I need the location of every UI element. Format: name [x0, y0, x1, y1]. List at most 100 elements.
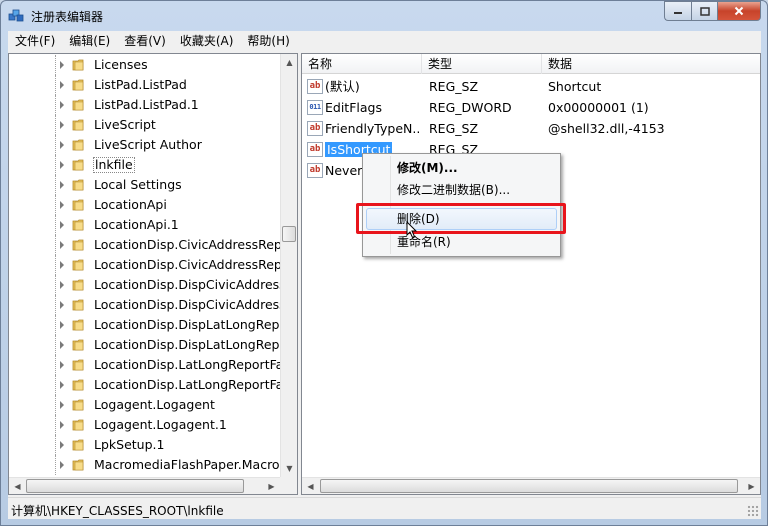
expand-arrow-icon[interactable]	[60, 421, 64, 429]
tree-item[interactable]: Local Settings	[9, 175, 279, 195]
folder-icon	[72, 339, 84, 351]
expand-arrow-icon[interactable]	[60, 341, 64, 349]
close-button[interactable]	[717, 1, 761, 21]
scroll-left-icon[interactable]: ◀	[9, 478, 26, 494]
tree-item-label: Licenses	[94, 57, 148, 72]
tree-item[interactable]: LocationDisp.LatLongReportFac	[9, 355, 290, 375]
tree-item[interactable]: lnkfile	[9, 155, 279, 175]
expand-arrow-icon[interactable]	[60, 361, 64, 369]
scroll-right-icon[interactable]: ▶	[263, 478, 280, 494]
scroll-up-icon[interactable]: ▲	[281, 54, 297, 71]
tree-item-label: LocationDisp.DispCivicAddressR	[94, 277, 295, 292]
tree-item-label: MacromediaFlashPaper.Macron	[94, 457, 288, 472]
menu-favorites[interactable]: 收藏夹(A)	[173, 31, 241, 51]
menu-item-modify[interactable]: 修改(M)...	[366, 157, 557, 179]
menu-item-rename[interactable]: 重命名(R)	[366, 231, 557, 253]
minimize-button[interactable]	[664, 1, 691, 21]
expand-arrow-icon[interactable]	[60, 401, 64, 409]
value-row[interactable]: ab FriendlyTypeN... REG_SZ @shell32.dll,-41…	[302, 118, 760, 139]
title-bar[interactable]: 注册表编辑器	[1, 1, 767, 31]
tree-item[interactable]: LiveScript	[9, 115, 279, 135]
column-header-type[interactable]: 类型	[422, 54, 542, 74]
expand-arrow-icon[interactable]	[60, 81, 64, 89]
caption-buttons	[664, 1, 761, 21]
tree-horizontal-scrollbar[interactable]: ◀ ▶	[9, 477, 280, 494]
value-type: REG_DWORD	[429, 100, 512, 115]
minimize-icon	[674, 12, 682, 14]
tree-item[interactable]: Logagent.Logagent	[9, 395, 279, 415]
tree-vertical-scroll-thumb[interactable]	[282, 226, 296, 242]
folder-icon	[72, 59, 84, 71]
tree-item[interactable]: LocationApi.1	[9, 215, 279, 235]
menu-item-modify-binary[interactable]: 修改二进制数据(B)...	[366, 179, 557, 201]
column-header-name[interactable]: 名称	[302, 54, 422, 74]
tree-item[interactable]: LocationDisp.DispCivicAddressR	[9, 295, 294, 315]
folder-icon	[72, 399, 84, 411]
expand-arrow-icon[interactable]	[60, 381, 64, 389]
tree-item[interactable]: LocationDisp.DispLatLongRepor	[9, 315, 292, 335]
tree-item-label: LocationDisp.DispCivicAddressR	[94, 297, 295, 312]
tree-item-label: LocationApi	[94, 197, 167, 212]
tree-item[interactable]: ListPad.ListPad.1	[9, 95, 279, 115]
expand-arrow-icon[interactable]	[60, 301, 64, 309]
expand-arrow-icon[interactable]	[60, 161, 64, 169]
expand-arrow-icon[interactable]	[60, 461, 64, 469]
maximize-button[interactable]	[691, 1, 717, 21]
expand-arrow-icon[interactable]	[60, 181, 64, 189]
tree-item[interactable]: Licenses	[9, 55, 279, 75]
expand-arrow-icon[interactable]	[60, 201, 64, 209]
tree-item[interactable]: LocationDisp.CivicAddressRepo	[9, 255, 290, 275]
expand-arrow-icon[interactable]	[60, 441, 64, 449]
status-path: 计算机\HKEY_CLASSES_ROOT\lnkfile	[11, 504, 224, 518]
tree-item[interactable]: LocationDisp.DispCivicAddressR	[9, 275, 294, 295]
expand-arrow-icon[interactable]	[60, 221, 64, 229]
expand-arrow-icon[interactable]	[60, 241, 64, 249]
tree-item[interactable]: LocationDisp.DispLatLongRepor	[9, 335, 292, 355]
expand-arrow-icon[interactable]	[60, 61, 64, 69]
folder-icon	[72, 219, 84, 231]
tree-connector-line	[55, 195, 56, 215]
annotation-highlight-box	[356, 203, 566, 234]
tree-item[interactable]: LocationDisp.CivicAddressRepo	[9, 235, 290, 255]
column-header-data[interactable]: 数据	[542, 54, 760, 74]
expand-arrow-icon[interactable]	[60, 261, 64, 269]
tree-connector-line	[55, 115, 56, 135]
expand-arrow-icon[interactable]	[60, 121, 64, 129]
value-name: FriendlyTypeN...	[325, 121, 420, 136]
tree-item[interactable]: ListPad.ListPad	[9, 75, 279, 95]
menu-help[interactable]: 帮助(H)	[240, 31, 296, 51]
tree-vertical-scrollbar[interactable]: ▲ ▼	[280, 54, 297, 477]
tree-item[interactable]: MacromediaFlashPaper.Macron	[9, 455, 288, 475]
expand-arrow-icon[interactable]	[60, 321, 64, 329]
folder-icon	[72, 79, 84, 91]
menu-edit[interactable]: 编辑(E)	[62, 31, 117, 51]
folder-icon	[72, 419, 84, 431]
menu-view[interactable]: 查看(V)	[117, 31, 173, 51]
tree-item[interactable]: LocationApi	[9, 195, 279, 215]
expand-arrow-icon[interactable]	[60, 101, 64, 109]
menu-file[interactable]: 文件(F)	[8, 31, 62, 51]
tree-item-label: LiveScript Author	[94, 137, 202, 152]
registry-key-tree[interactable]: Licenses ListPad.ListPad ListPad.ListPad.1…	[8, 53, 298, 495]
tree-item[interactable]: LpkSetup.1	[9, 435, 279, 455]
resize-grip-icon[interactable]	[747, 505, 759, 517]
tree-item[interactable]: Logagent.Logagent.1	[9, 415, 279, 435]
list-horizontal-scroll-thumb[interactable]	[320, 479, 738, 493]
scroll-left-icon[interactable]: ◀	[302, 478, 319, 494]
registry-values-list[interactable]: 名称 类型 数据 ab (默认) REG_SZ Shortcut 011 EditFlag…	[301, 53, 761, 495]
tree-item-label: LocationDisp.DispLatLongRepor	[94, 337, 293, 352]
expand-arrow-icon[interactable]	[60, 281, 64, 289]
scroll-down-icon[interactable]: ▼	[281, 460, 297, 477]
tree-item[interactable]: LiveScript Author	[9, 135, 279, 155]
scroll-corner	[280, 477, 297, 494]
value-row[interactable]: 011 EditFlags REG_DWORD 0x00000001 (1)	[302, 97, 760, 118]
folder-icon	[72, 379, 84, 391]
tree-item[interactable]: LocationDisp.LatLongReportFac	[9, 375, 290, 395]
tree-horizontal-scroll-thumb[interactable]	[26, 479, 244, 493]
list-horizontal-scrollbar[interactable]: ◀ ▶	[302, 477, 760, 494]
tree-connector-line	[55, 155, 56, 175]
value-row[interactable]: ab (默认) REG_SZ Shortcut	[302, 76, 760, 97]
scroll-right-icon[interactable]: ▶	[743, 478, 760, 494]
expand-arrow-icon[interactable]	[60, 141, 64, 149]
tree-item-label: LpkSetup.1	[94, 437, 165, 452]
